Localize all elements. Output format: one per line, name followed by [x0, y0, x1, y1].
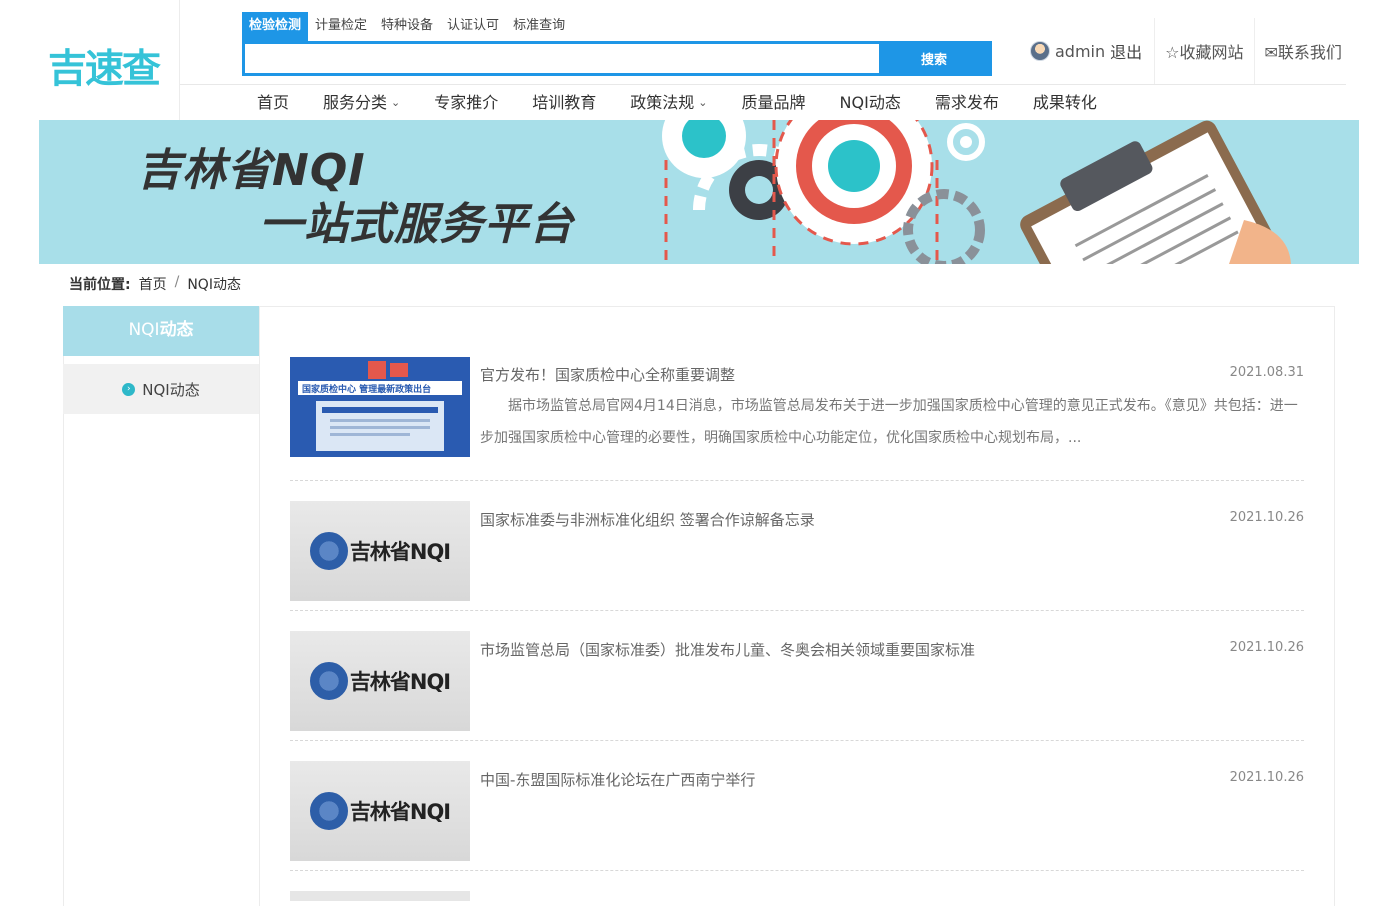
news-date: 2021.10.26 [1229, 640, 1304, 655]
nav-home[interactable]: 首页 [240, 85, 306, 120]
list-item: 吉林省NQI 市场监管总局（国家标准委）批准发布儿童、冬奥会相关领域重要国家标准… [290, 611, 1304, 741]
news-thumbnail[interactable] [290, 891, 470, 901]
thumbnail-brand-text: 吉林省NQI [349, 540, 451, 564]
news-title[interactable]: 官方发布！国家质检中心全称重要调整 [480, 364, 735, 385]
news-list: 国家质检中心 管理最新政策出台 官方发布！国家质检中心全称重要调整 2021.0… [290, 330, 1304, 901]
gear-icon [662, 120, 746, 178]
nav-demand-release-label: 需求发布 [934, 92, 999, 112]
chevron-down-icon: ⌄ [391, 95, 401, 109]
banner-illustration [662, 120, 1291, 264]
sidebar: NQI动态 › NQI动态 [63, 306, 260, 906]
chevron-right-icon: › [122, 382, 136, 396]
breadcrumb: 当前位置: 首页 / NQI动态 [69, 274, 241, 294]
logout-link[interactable]: 退出 [1110, 39, 1142, 63]
search-tab-metrology[interactable]: 计量检定 [308, 12, 374, 41]
nav-achievements[interactable]: 成果转化 [1016, 85, 1114, 120]
nav-policies[interactable]: 政策法规 ⌄ [613, 85, 724, 120]
hero-banner: 吉林省NQI 一站式服务平台 [39, 120, 1359, 264]
nav-home-label: 首页 [257, 92, 290, 112]
nav-service-category[interactable]: 服务分类 ⌄ [306, 85, 417, 120]
nav-training[interactable]: 培训教育 [515, 85, 613, 120]
search-tab-special-equipment[interactable]: 特种设备 [374, 12, 440, 41]
user-block: admin 退出 [1020, 18, 1156, 84]
contact-us-link[interactable]: ✉联系我们 [1255, 18, 1352, 84]
sidebar-item-label: NQI动态 [142, 380, 200, 399]
search-button[interactable]: 搜索 [879, 44, 989, 73]
nav-service-category-label: 服务分类 [323, 92, 388, 112]
nav-experts-label: 专家推介 [434, 92, 499, 112]
favorite-site-link[interactable]: ☆收藏网站 [1155, 18, 1255, 84]
sidebar-title-suffix: 动态 [159, 320, 194, 340]
news-thumbnail[interactable]: 吉林省NQI [290, 501, 470, 601]
news-title[interactable]: 市场监管总局（国家标准委）批准发布儿童、冬奥会相关领域重要国家标准 [480, 639, 975, 660]
nav-policies-label: 政策法规 [630, 92, 695, 112]
nav-demand-release[interactable]: 需求发布 [918, 85, 1016, 120]
nav-training-label: 培训教育 [532, 92, 597, 112]
logo-area: 吉速查 [0, 0, 180, 120]
search-input[interactable] [245, 44, 879, 73]
nav-nqi-news-label: NQI动态 [839, 92, 901, 112]
top-right-links: admin 退出 ☆收藏网站 ✉联系我们 [1020, 18, 1352, 84]
sidebar-title: NQI动态 [63, 306, 259, 356]
news-title[interactable]: 中国-东盟国际标准化论坛在广西南宁举行 [480, 769, 755, 790]
news-title[interactable]: 国家标准委与非洲标准化组织 签署合作谅解备忘录 [480, 509, 815, 530]
news-thumbnail-caption: 国家质检中心 管理最新政策出台 [302, 385, 432, 395]
news-thumbnail[interactable]: 国家质检中心 管理最新政策出台 [290, 357, 470, 457]
breadcrumb-current: NQI动态 [187, 277, 241, 293]
news-thumbnail[interactable]: 吉林省NQI [290, 761, 470, 861]
news-date: 2021.08.31 [1229, 365, 1304, 380]
search-tab-standards[interactable]: 标准查询 [506, 12, 572, 41]
nav-quality-brand[interactable]: 质量品牌 [725, 85, 823, 120]
search-box: 搜索 [242, 41, 992, 76]
search-tab-inspection[interactable]: 检验检测 [242, 12, 309, 41]
list-item: 吉林省NQI 中国-东盟国际标准化论坛在广西南宁举行 2021.10.26 [290, 741, 1304, 871]
breadcrumb-separator: / [174, 274, 180, 290]
emblem-icon [309, 792, 348, 830]
nav-quality-brand-label: 质量品牌 [741, 92, 806, 112]
gear-icon [947, 123, 985, 161]
list-item: 吉林省NQI 国家标准委与非洲标准化组织 签署合作谅解备忘录 2021.10.2… [290, 481, 1304, 611]
user-name[interactable]: admin [1055, 42, 1105, 61]
news-date: 2021.10.26 [1229, 770, 1304, 785]
site-header: 吉速查 检验检测 计量检定 特种设备 认证认可 标准查询 搜索 admin 退出… [0, 0, 1396, 120]
list-item [290, 871, 1304, 901]
nav-experts[interactable]: 专家推介 [417, 85, 515, 120]
breadcrumb-home[interactable]: 首页 [139, 274, 167, 294]
avatar-icon [1030, 41, 1050, 61]
news-description: 据市场监管总局官网4月14日消息，市场监管总局发布关于进一步加强国家质检中心管理… [480, 398, 1298, 446]
search-tab-certification[interactable]: 认证认可 [440, 12, 506, 41]
emblem-icon [309, 662, 348, 700]
site-logo[interactable]: 吉速查 [48, 38, 161, 94]
clipboard-icon [1020, 120, 1291, 264]
news-thumbnail-graphic [290, 357, 470, 457]
thumbnail-brand-text: 吉林省NQI [349, 670, 451, 694]
main-nav: 首页 服务分类 ⌄ 专家推介 培训教育 政策法规 ⌄ 质量品牌 NQI动态 需求发布… [240, 85, 1114, 120]
chevron-down-icon: ⌄ [698, 95, 708, 109]
sidebar-item-nqi-news[interactable]: › NQI动态 [63, 364, 259, 414]
breadcrumb-label: 当前位置: [69, 277, 131, 293]
nav-nqi-news[interactable]: NQI动态 [823, 85, 918, 120]
thumbnail-brand-text: 吉林省NQI [349, 800, 451, 824]
nav-achievements-label: 成果转化 [1032, 92, 1097, 112]
sidebar-title-prefix: NQI [128, 320, 160, 340]
emblem-icon [309, 532, 348, 570]
news-thumbnail[interactable]: 吉林省NQI [290, 631, 470, 731]
news-date: 2021.10.26 [1229, 510, 1304, 525]
search-tabs: 检验检测 计量检定 特种设备 认证认可 标准查询 [242, 12, 572, 41]
list-item: 国家质检中心 管理最新政策出台 官方发布！国家质检中心全称重要调整 2021.0… [290, 330, 1304, 481]
